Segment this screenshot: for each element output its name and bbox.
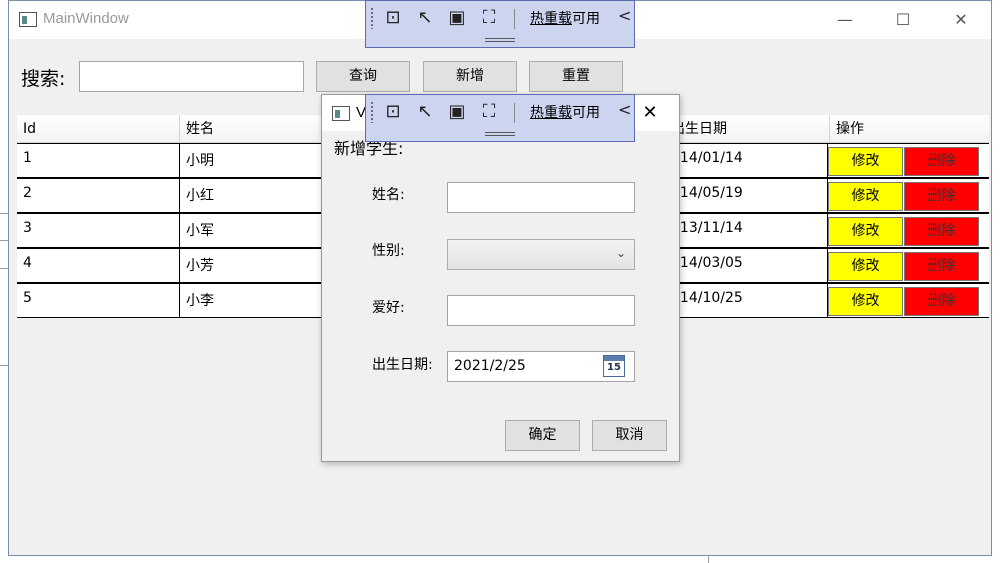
hobby-label: 爱好: [372, 300, 405, 316]
main-window-title: MainWindow [43, 10, 129, 27]
hot-reload-link[interactable]: 热重载 [530, 105, 572, 121]
cell-birth: 014/03/05 [671, 255, 743, 271]
minimize-button[interactable]: — [831, 9, 859, 31]
cell-id: 5 [23, 290, 32, 306]
delete-button[interactable]: 删除 [904, 217, 979, 246]
pointer-select-icon[interactable]: ↖ [412, 99, 438, 125]
edit-button[interactable]: 修改 [828, 147, 903, 176]
reset-button[interactable]: 重置 [529, 61, 623, 92]
select-element-icon[interactable]: ⊡ [380, 5, 406, 31]
dialog-close-icon[interactable]: ✕ [638, 102, 662, 124]
toolbar-handle[interactable] [485, 132, 515, 136]
cell-name: 小红 [179, 179, 329, 213]
cell-birth: 013/11/14 [671, 220, 743, 236]
calendar-icon[interactable]: 15 [603, 355, 625, 377]
name-input[interactable] [447, 182, 635, 213]
cell-actions: 修改 删除 [827, 144, 989, 178]
cell-birth: 014/10/25 [671, 290, 743, 306]
hobby-input[interactable] [447, 295, 635, 326]
edit-button[interactable]: 修改 [828, 252, 903, 281]
track-focus-icon[interactable]: ⛶ [476, 99, 502, 125]
delete-button[interactable]: 删除 [904, 147, 979, 176]
hot-reload-status[interactable]: 热重载可用 [530, 8, 600, 28]
collapse-chevron-icon[interactable]: < [618, 6, 631, 25]
column-header-id[interactable]: Id [17, 115, 179, 143]
cell-actions: 修改 删除 [827, 214, 989, 248]
toolbar-handle[interactable] [485, 38, 515, 42]
close-button[interactable]: ✕ [947, 9, 975, 31]
cell-id: 3 [23, 220, 32, 236]
hot-reload-status[interactable]: 热重载可用 [530, 102, 600, 122]
window-icon [332, 106, 350, 121]
layout-adorner-icon[interactable]: ▣ [444, 99, 470, 125]
column-header-birth[interactable]: 出生日期 [671, 115, 829, 143]
hot-reload-link[interactable]: 热重载 [530, 11, 572, 27]
cell-id: 4 [23, 255, 32, 271]
chevron-down-icon: ⌄ [615, 246, 626, 260]
confirm-button[interactable]: 确定 [505, 420, 580, 451]
birth-date-label: 出生日期: [372, 357, 433, 373]
delete-button[interactable]: 删除 [904, 252, 979, 281]
toolbar-separator [514, 9, 515, 29]
birth-date-picker[interactable]: 2021/2/25 15 [447, 351, 635, 382]
drag-grip-icon[interactable] [370, 7, 374, 29]
pointer-select-icon[interactable]: ↖ [412, 5, 438, 31]
cell-actions: 修改 删除 [827, 179, 989, 213]
cell-id: 2 [23, 185, 32, 201]
cell-name: 小明 [179, 144, 329, 178]
add-student-dialog: V ✕ 新增学生: 姓名: 性别: ⌄ 爱好: 出生日期: 2021/2/25 … [321, 94, 680, 462]
cell-birth: 014/05/19 [671, 185, 743, 201]
hot-reload-suffix: 可用 [572, 11, 600, 27]
birth-date-value: 2021/2/25 [454, 358, 526, 374]
window-icon [19, 12, 37, 27]
cell-name: 小芳 [179, 249, 329, 283]
track-focus-icon[interactable]: ⛶ [476, 5, 502, 31]
hot-reload-toolbar: ⊡ ↖ ▣ ⛶ 热重载可用 < [365, 94, 635, 142]
cell-actions: 修改 删除 [827, 249, 989, 283]
query-button[interactable]: 查询 [316, 61, 410, 92]
edit-button[interactable]: 修改 [828, 182, 903, 211]
drag-grip-icon[interactable] [370, 101, 374, 123]
cell-name: 小军 [179, 214, 329, 248]
layout-adorner-icon[interactable]: ▣ [444, 5, 470, 31]
search-input[interactable] [79, 61, 304, 92]
cell-birth: 014/01/14 [671, 150, 743, 166]
cell-name: 小李 [179, 284, 329, 318]
maximize-button[interactable]: ☐ [889, 9, 917, 31]
toolbar-separator [514, 103, 515, 123]
name-label: 姓名: [372, 187, 405, 203]
search-label: 搜索: [21, 68, 66, 90]
cancel-button[interactable]: 取消 [592, 420, 667, 451]
column-header-name[interactable]: 姓名 [179, 115, 329, 143]
gender-label: 性别: [372, 243, 405, 259]
column-header-actions[interactable]: 操作 [829, 115, 989, 143]
edit-button[interactable]: 修改 [828, 217, 903, 246]
delete-button[interactable]: 删除 [904, 182, 979, 211]
delete-button[interactable]: 删除 [904, 287, 979, 316]
collapse-chevron-icon[interactable]: < [618, 100, 631, 119]
background-window-edge [708, 556, 709, 563]
cell-id: 1 [23, 150, 32, 166]
hot-reload-toolbar: ⊡ ↖ ▣ ⛶ 热重载可用 < [365, 0, 635, 48]
select-element-icon[interactable]: ⊡ [380, 99, 406, 125]
edit-button[interactable]: 修改 [828, 287, 903, 316]
cell-actions: 修改 删除 [827, 284, 989, 318]
gender-select[interactable]: ⌄ [447, 239, 635, 270]
add-button[interactable]: 新增 [423, 61, 517, 92]
hot-reload-suffix: 可用 [572, 105, 600, 121]
